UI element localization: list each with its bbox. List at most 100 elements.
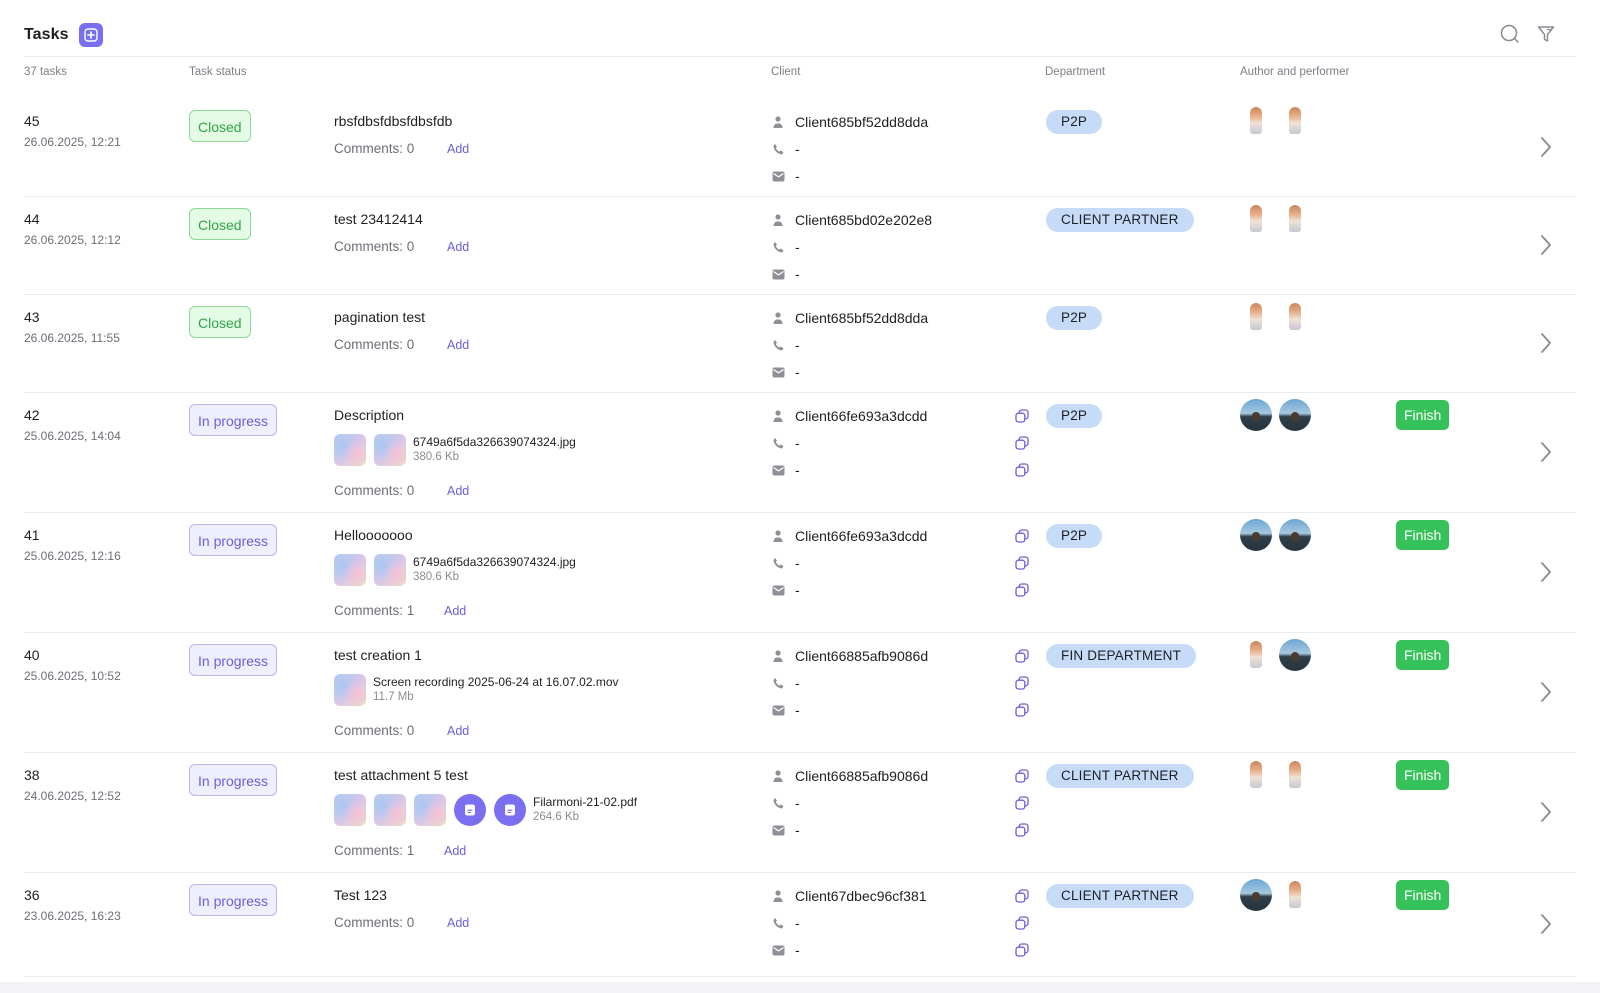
attachment-thumbnail[interactable] (374, 554, 406, 586)
search-button[interactable] (1498, 22, 1522, 46)
add-comment-link[interactable]: Add (447, 484, 469, 498)
add-comment-link[interactable]: Add (447, 338, 469, 352)
table-header: 37 tasks Task status Client Department A… (0, 66, 1600, 82)
attachment-thumbnail[interactable] (334, 674, 366, 706)
task-row[interactable]: 41 25.06.2025, 12:16 In progress Helloooooo… (24, 512, 1576, 633)
copy-client-button[interactable] (1014, 528, 1030, 544)
open-task-button[interactable] (1536, 233, 1556, 257)
open-task-button[interactable] (1536, 912, 1556, 936)
task-title[interactable]: pagination test (334, 309, 425, 325)
filter-button[interactable] (1534, 22, 1558, 46)
finish-button[interactable]: Finish (1396, 760, 1450, 790)
performer-avatar[interactable] (1279, 399, 1311, 431)
attachment-name[interactable]: Filarmoni-21-02.pdf (533, 795, 637, 810)
copy-email-button[interactable] (1014, 462, 1030, 478)
task-row[interactable]: 38 24.06.2025, 12:52 In progress test attac… (24, 752, 1576, 873)
add-comment-link[interactable]: Add (447, 240, 469, 254)
author-avatar[interactable] (1240, 399, 1272, 431)
open-task-button[interactable] (1536, 800, 1556, 824)
author-avatar[interactable] (1240, 300, 1272, 332)
author-avatar[interactable] (1240, 202, 1272, 234)
performer-avatar[interactable] (1279, 758, 1311, 790)
copy-client-button[interactable] (1014, 648, 1030, 664)
copy-client-button[interactable] (1014, 408, 1030, 424)
open-task-button[interactable] (1536, 440, 1556, 464)
performer-avatar[interactable] (1279, 104, 1311, 136)
comments-count: Comments: 0 (334, 239, 415, 254)
open-task-button[interactable] (1536, 680, 1556, 704)
performer-avatar[interactable] (1279, 878, 1311, 910)
attachment-name[interactable]: Screen recording 2025-06-24 at 16.07.02.… (373, 675, 619, 690)
copy-client-button[interactable] (1014, 888, 1030, 904)
comments-count: Comments: 0 (334, 915, 415, 930)
task-title[interactable]: test creation 1 (334, 647, 422, 663)
add-comment-link[interactable]: Add (444, 604, 466, 618)
performer-avatar[interactable] (1279, 519, 1311, 551)
add-comment-link[interactable]: Add (447, 724, 469, 738)
task-title[interactable]: test 23412414 (334, 211, 423, 227)
copy-email-button[interactable] (1014, 942, 1030, 958)
add-comment-link[interactable]: Add (444, 844, 466, 858)
person-icon (771, 769, 785, 783)
add-task-button[interactable] (78, 23, 103, 47)
client-phone: - (795, 675, 800, 691)
finish-button[interactable]: Finish (1396, 520, 1450, 550)
task-number: 43 (24, 309, 40, 325)
open-task-button[interactable] (1536, 560, 1556, 584)
department-badge: P2P (1046, 524, 1103, 548)
task-title[interactable]: Test 123 (334, 887, 387, 903)
performer-avatar[interactable] (1279, 639, 1311, 671)
task-row[interactable]: 44 26.06.2025, 12:12 Closed test 23412414 Co… (24, 196, 1576, 295)
task-row[interactable]: 40 25.06.2025, 10:52 In progress test creat… (24, 632, 1576, 753)
open-task-button[interactable] (1536, 331, 1556, 355)
task-title[interactable]: Description (334, 407, 404, 423)
task-row[interactable]: 45 26.06.2025, 12:21 Closed rbsfdbsfdbsfdbs… (24, 98, 1576, 197)
task-row[interactable]: 42 25.06.2025, 14:04 In progress Descriptio… (24, 392, 1576, 513)
finish-button[interactable]: Finish (1396, 880, 1450, 910)
copy-phone-button[interactable] (1014, 435, 1030, 451)
attachment-thumbnail[interactable] (414, 794, 446, 826)
attachment-thumbnail[interactable] (334, 794, 366, 826)
task-row[interactable]: 43 26.06.2025, 11:55 Closed pagination test… (24, 294, 1576, 393)
attachment-thumbnail[interactable] (374, 794, 406, 826)
copy-phone-button[interactable] (1014, 555, 1030, 571)
copy-phone-button[interactable] (1014, 915, 1030, 931)
file-attachment-button[interactable] (454, 794, 486, 826)
performer-avatar[interactable] (1279, 300, 1311, 332)
task-title[interactable]: Hellooooooo (334, 527, 413, 543)
mail-icon (771, 463, 785, 477)
task-title[interactable]: test attachment 5 test (334, 767, 468, 783)
copy-client-button[interactable] (1014, 768, 1030, 784)
author-avatar[interactable] (1240, 519, 1272, 551)
copy-email-button[interactable] (1014, 822, 1030, 838)
author-avatar[interactable] (1240, 638, 1272, 670)
attachment-thumbnail[interactable] (374, 434, 406, 466)
copy-phone-button[interactable] (1014, 795, 1030, 811)
attachment-thumbnail[interactable] (334, 434, 366, 466)
copy-phone-button[interactable] (1014, 675, 1030, 691)
add-comment-link[interactable]: Add (447, 142, 469, 156)
copy-email-button[interactable] (1014, 702, 1030, 718)
copy-icon (1015, 943, 1029, 957)
attachment-size: 380.6 Kb (413, 571, 460, 583)
task-row[interactable]: 36 23.06.2025, 16:23 In progress Test 123 Co… (24, 872, 1576, 977)
chevron-right-icon (1540, 234, 1552, 256)
author-avatar[interactable] (1240, 879, 1272, 911)
finish-button[interactable]: Finish (1396, 400, 1450, 430)
attachment-name[interactable]: 6749a6f5da326639074324.jpg (413, 555, 576, 570)
attachment-name[interactable]: 6749a6f5da326639074324.jpg (413, 435, 576, 450)
performer-avatar[interactable] (1279, 202, 1311, 234)
mail-icon (771, 943, 785, 957)
client-email: - (795, 462, 800, 478)
open-task-button[interactable] (1536, 135, 1556, 159)
author-avatar[interactable] (1240, 758, 1272, 790)
task-title[interactable]: rbsfdbsfdbsfdbsfdb (334, 113, 452, 129)
attachment-thumbnail[interactable] (334, 554, 366, 586)
comments-count: Comments: 1 (334, 843, 415, 858)
task-date: 25.06.2025, 10:52 (24, 669, 121, 683)
file-attachment-button[interactable] (494, 794, 526, 826)
copy-email-button[interactable] (1014, 582, 1030, 598)
finish-button[interactable]: Finish (1396, 640, 1450, 670)
add-comment-link[interactable]: Add (447, 916, 469, 930)
author-avatar[interactable] (1240, 104, 1272, 136)
